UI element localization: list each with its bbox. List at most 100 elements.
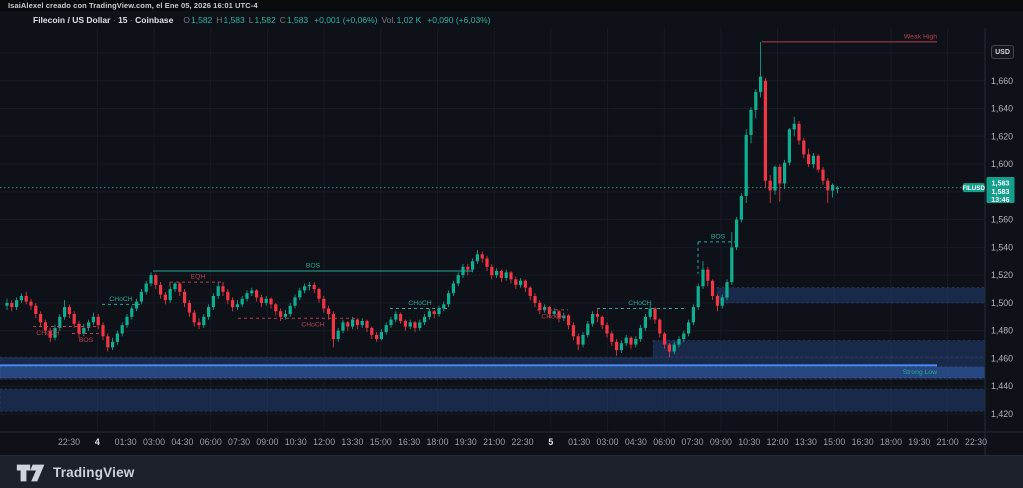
choch-line-4-label: CHoCH: [408, 300, 432, 307]
choch-line-2-label: CHoCH: [36, 330, 60, 337]
demand-zone-d[interactable]: [0, 388, 986, 412]
candle-body: [490, 266, 494, 276]
candle-body: [778, 166, 782, 184]
time-tick-label: 12:00: [313, 437, 335, 447]
symbol-title[interactable]: Filecoin / US Dollar · 15 · Coinbase: [33, 15, 173, 25]
time-axis[interactable]: 22:30 4 01:30 03:00 04:30 06:00 07:30 09:00 10:3…: [58, 437, 987, 447]
time-tick-label: 09:00: [256, 437, 278, 447]
candle-body: [499, 270, 503, 278]
price-tick-label: 1,540: [991, 242, 1013, 252]
candle-body: [619, 343, 623, 351]
candle-body: [399, 314, 403, 321]
chart-canvas[interactable]: BOS EQH CHoCH CHoCH BOS CHoCH CHoCH CHoCH CHoCH B…: [0, 28, 1023, 455]
candle-body: [67, 307, 71, 315]
candle-body: [168, 289, 172, 301]
demand-zone-b[interactable]: [652, 340, 986, 358]
candle-body: [672, 344, 676, 352]
candle-body: [39, 314, 43, 323]
ohlc-low-key: L: [248, 14, 254, 25]
time-tick-label: 21:00: [937, 437, 959, 447]
candle-body: [725, 282, 729, 298]
candle-body: [351, 319, 355, 327]
candle-body: [303, 286, 307, 291]
volume-value: 1,02 K: [396, 14, 422, 25]
candle-body: [648, 308, 652, 317]
ohlc-open-key: O: [183, 14, 191, 25]
price-tick-label: 1,640: [991, 104, 1013, 114]
candle-body: [91, 316, 95, 323]
price-tick-label: 1,500: [991, 298, 1013, 308]
candle-body: [231, 300, 235, 308]
candle-body: [216, 286, 220, 296]
ohlc-high-value: 1,583: [223, 14, 245, 25]
time-tick-label: 16:30: [852, 437, 874, 447]
tradingview-logo-icon[interactable]: [16, 463, 46, 483]
time-tick-label: 01:30: [568, 437, 590, 447]
candle-body: [235, 304, 239, 308]
candle-body: [322, 298, 326, 309]
candle-body: [183, 291, 187, 303]
time-tick-label: 06:00: [200, 437, 222, 447]
candle-body: [691, 307, 695, 323]
candle-body: [519, 280, 523, 285]
supply-zone-a[interactable]: [716, 287, 986, 304]
symbol-header: Filecoin / US Dollar · 15 · Coinbase O 1…: [0, 11, 1023, 28]
candle-body: [442, 304, 446, 309]
candle-body: [10, 302, 14, 308]
time-tick-label: 13:30: [795, 437, 817, 447]
time-tick-label: 5: [548, 437, 553, 447]
candle-body: [658, 319, 662, 334]
candle-body: [307, 284, 311, 287]
candle-body: [605, 325, 609, 334]
candle-body: [821, 169, 825, 181]
current-price-label: FILUSD1,5831,58313:46: [962, 177, 1015, 204]
volume-key: Vol.: [381, 14, 396, 25]
candle-body: [298, 290, 302, 298]
candle-body: [202, 316, 206, 326]
time-tick-label: 10:30: [285, 437, 307, 447]
candle-body: [581, 334, 585, 345]
tradingview-window: IsaiAlexel creado con TradingView.com, e…: [0, 0, 1023, 488]
candle-body: [586, 323, 590, 335]
time-tick-label: 12:00: [767, 437, 789, 447]
candle-body: [19, 295, 23, 301]
candle-body: [533, 295, 537, 303]
candle-body: [624, 337, 628, 344]
candle-body: [735, 219, 739, 248]
candle-body: [423, 316, 427, 323]
candle-body: [427, 311, 431, 317]
currency-toggle-button[interactable]: USD: [991, 45, 1014, 59]
candle-body: [125, 316, 129, 326]
price-tick-label: 1,560: [991, 215, 1013, 225]
candle-body: [663, 333, 667, 345]
separator: ·: [129, 14, 133, 25]
candle-body: [667, 344, 671, 352]
candle-body: [408, 322, 412, 327]
candle-body: [365, 320, 369, 328]
candle-body: [571, 325, 575, 337]
demand-zone-c-inner[interactable]: [0, 366, 986, 379]
candle-body: [634, 339, 638, 345]
candle-body: [591, 314, 595, 324]
candle-body: [130, 308, 134, 317]
tradingview-logo-text[interactable]: TradingView: [53, 465, 134, 480]
candle-body: [682, 333, 686, 340]
candle-body: [5, 302, 9, 306]
time-tick-label: 07:30: [228, 437, 250, 447]
candle-body: [355, 319, 359, 326]
candle-body: [528, 287, 532, 296]
candle-body: [706, 269, 710, 281]
candle-body: [163, 294, 167, 301]
candle-body: [154, 275, 158, 285]
candle-body: [379, 332, 383, 340]
volume-change: +0,090 (+6,03%): [427, 14, 491, 25]
time-tick-label: 15:00: [823, 437, 845, 447]
candle-body: [768, 180, 772, 191]
candle-body: [317, 289, 321, 299]
candle-body: [149, 275, 153, 284]
candle-body: [811, 155, 815, 165]
candle-body: [82, 327, 86, 334]
candle-body: [797, 123, 801, 141]
time-tick-label: 03:00: [143, 437, 165, 447]
attribution-text: IsaiAlexel creado con TradingView.com, e…: [8, 1, 258, 10]
